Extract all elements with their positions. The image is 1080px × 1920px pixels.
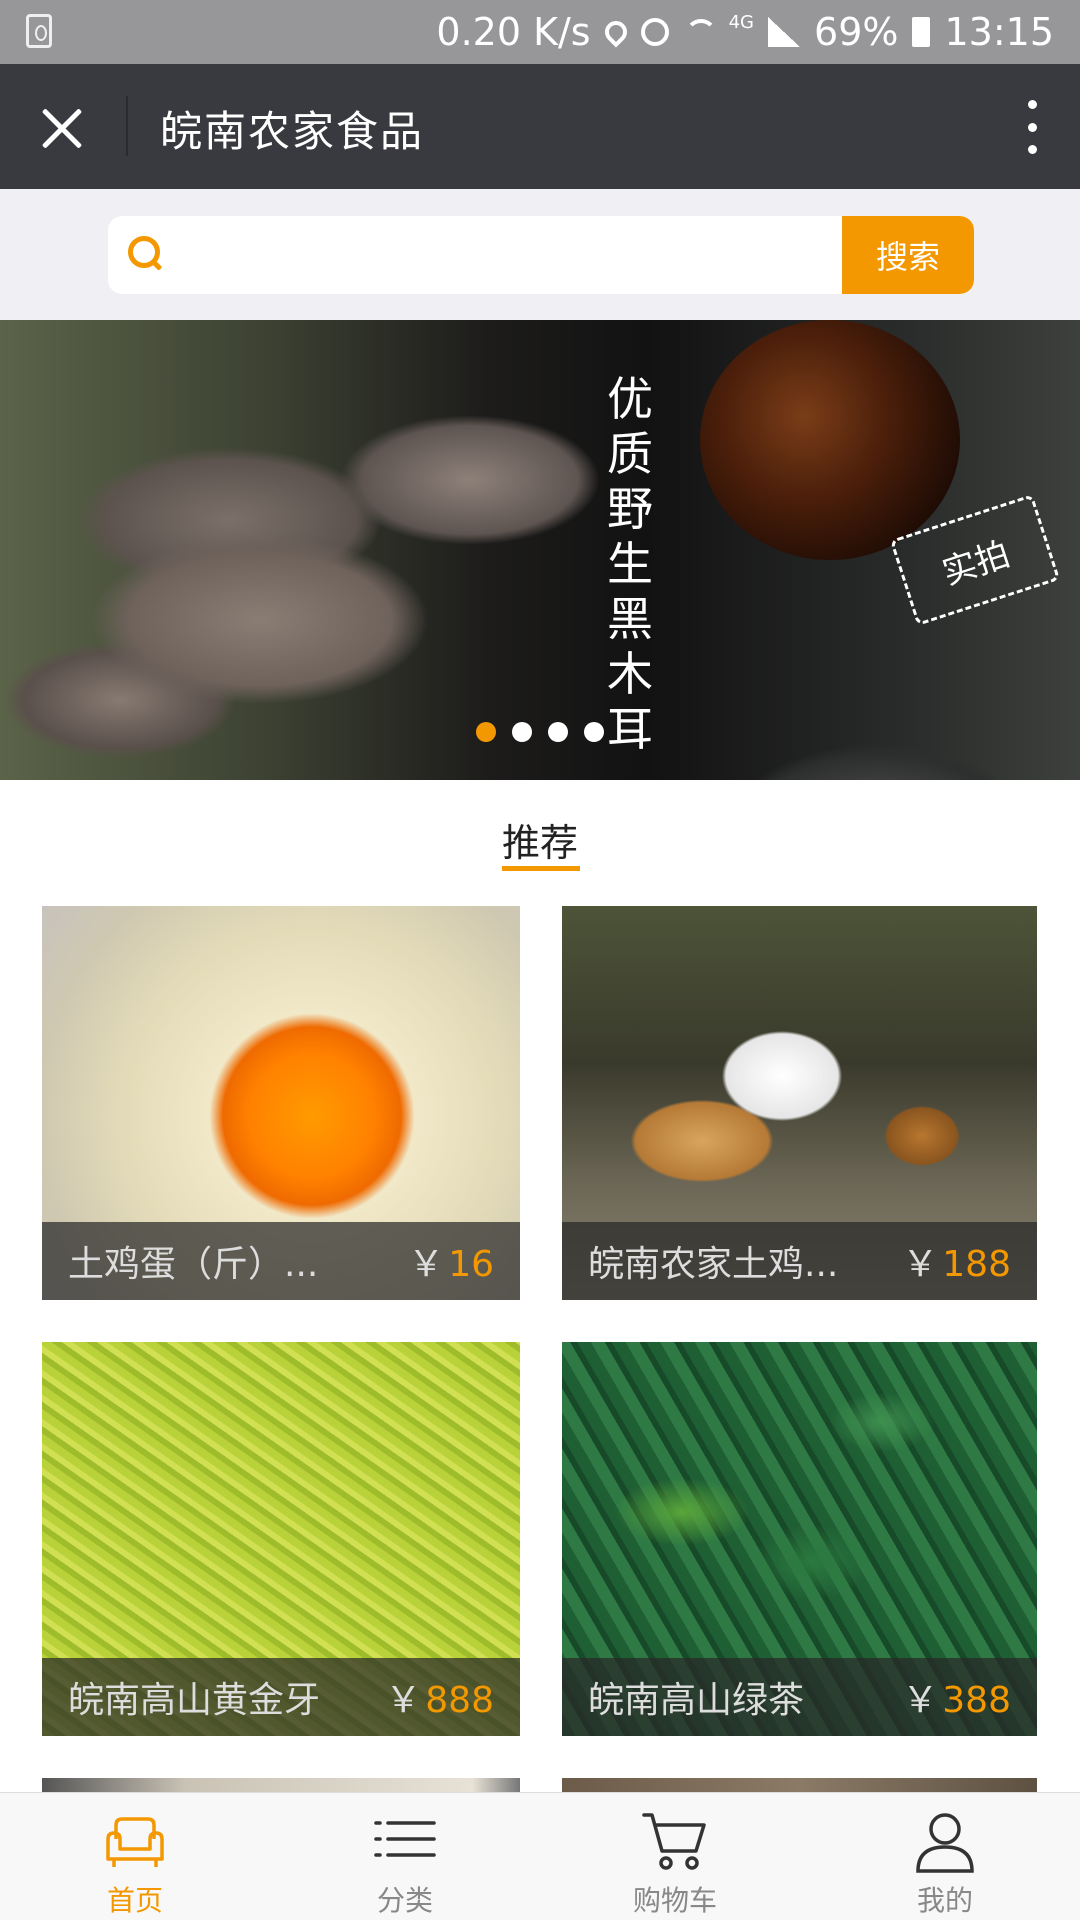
product-name: 皖南高山黄金牙 — [68, 1680, 321, 1721]
list-icon — [372, 1811, 438, 1873]
cart-icon — [642, 1811, 708, 1873]
recycle-notification-icon — [26, 14, 52, 48]
product-price: 388 — [942, 1680, 1011, 1721]
tab-category[interactable]: 分类 — [270, 1793, 540, 1920]
recommend-underline — [502, 866, 580, 871]
product-info: 皖南高山绿茶 ￥ 388 — [562, 1658, 1037, 1736]
product-info: 土鸡蛋（斤）... ￥ 16 — [42, 1222, 520, 1300]
product-info: 皖南高山黄金牙 ￥ 888 — [42, 1658, 520, 1736]
network-speed: 0.20 K/s — [436, 10, 591, 54]
product-card[interactable]: 皖南高山绿茶 ￥ 388 — [562, 1342, 1037, 1736]
product-card[interactable]: 土鸡蛋（斤）... ￥ 16 — [42, 906, 520, 1300]
page-title: 皖南农家食品 — [160, 107, 425, 156]
network-type: 4G — [728, 11, 755, 33]
more-menu-icon[interactable] — [1024, 100, 1040, 154]
product-price: 888 — [425, 1680, 494, 1721]
tab-mine[interactable]: 我的 — [810, 1793, 1080, 1920]
tab-cart[interactable]: 购物车 — [540, 1793, 810, 1920]
title-divider — [126, 96, 128, 156]
sofa-home-icon — [102, 1811, 168, 1873]
search-icon — [128, 236, 164, 272]
currency-symbol: ￥ — [902, 1680, 939, 1721]
title-bar: 皖南农家食品 — [0, 64, 1080, 189]
close-icon[interactable] — [40, 106, 84, 150]
battery-icon — [912, 17, 931, 47]
carousel-dot[interactable] — [548, 722, 568, 742]
status-bar-right: 0.20 K/s 4G 69% 13:15 — [436, 8, 1054, 56]
battery-percent: 69% — [814, 10, 899, 54]
product-card[interactable]: 皖南农家土鸡... ￥ 188 — [562, 906, 1037, 1300]
search-box: 搜索 — [108, 216, 974, 294]
tab-label: 首页 — [106, 1884, 163, 1917]
product-name: 土鸡蛋（斤）... — [68, 1244, 319, 1285]
currency-symbol: ￥ — [902, 1244, 939, 1285]
carousel-dots — [476, 722, 604, 742]
carousel-dot[interactable] — [584, 722, 604, 742]
product-name: 皖南高山绿茶 — [588, 1680, 805, 1721]
wifi-icon — [683, 17, 717, 47]
banner-text: 优质野生黑木耳 — [607, 372, 653, 756]
search-area: 搜索 — [0, 189, 1080, 320]
carousel-dot[interactable] — [476, 722, 496, 742]
tab-label: 购物车 — [632, 1884, 717, 1917]
search-input[interactable] — [178, 216, 738, 294]
location-icon — [600, 16, 632, 48]
banner-carousel[interactable]: 优质野生黑木耳 实拍 — [0, 320, 1080, 780]
signal-icon — [768, 17, 801, 47]
currency-symbol: ￥ — [385, 1680, 422, 1721]
product-info: 皖南农家土鸡... ￥ 188 — [562, 1222, 1037, 1300]
search-button[interactable]: 搜索 — [842, 216, 974, 294]
bottom-tab-bar: 首页 分类 购物车 我的 — [0, 1792, 1080, 1920]
tab-label: 分类 — [376, 1884, 433, 1917]
tab-home[interactable]: 首页 — [0, 1793, 270, 1920]
tab-label: 我的 — [916, 1884, 973, 1917]
alarm-icon — [640, 18, 669, 46]
product-name: 皖南农家土鸡... — [588, 1244, 839, 1285]
user-icon — [912, 1811, 978, 1873]
currency-symbol: ￥ — [408, 1244, 445, 1285]
banner-fungus-image — [700, 320, 960, 560]
recommend-heading: 推荐 — [501, 821, 578, 865]
product-price: 16 — [448, 1244, 494, 1285]
product-card[interactable]: 皖南高山黄金牙 ￥ 888 — [42, 1342, 520, 1736]
product-price: 188 — [942, 1244, 1011, 1285]
carousel-dot[interactable] — [512, 722, 532, 742]
clock: 13:15 — [944, 10, 1054, 54]
status-bar: 0.20 K/s 4G 69% 13:15 — [0, 0, 1080, 64]
